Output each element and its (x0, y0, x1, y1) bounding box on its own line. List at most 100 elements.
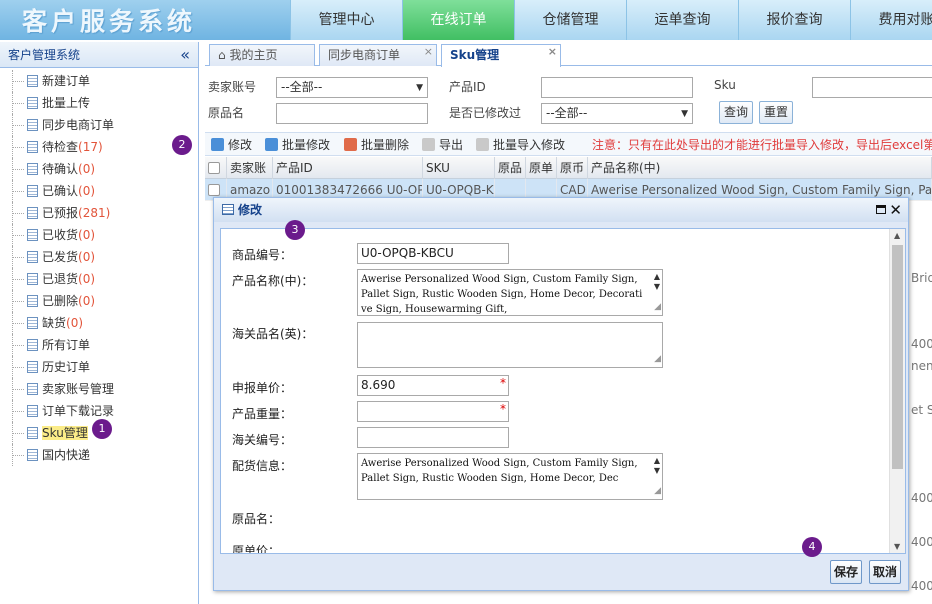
sidebar-item-confirmed[interactable]: 已确认(0) (0, 180, 198, 202)
grid-cell-fragment: Bride (911, 271, 932, 285)
document-icon (27, 163, 38, 175)
document-icon (27, 383, 38, 395)
resize-grip-icon[interactable]: ◢ (654, 484, 661, 499)
col-seller[interactable]: 卖家账 (227, 157, 273, 179)
name-cn-label: 产品名称(中)： (232, 274, 314, 288)
document-icon (27, 185, 38, 197)
allocation-textarea[interactable]: Awerise Personalized Wood Sign, Custom F… (357, 453, 663, 500)
document-icon (27, 119, 38, 131)
step-badge-1: 1 (92, 419, 112, 439)
select-all-checkbox[interactable] (205, 157, 227, 179)
sku-input[interactable] (812, 77, 932, 98)
document-icon (27, 141, 38, 153)
sidebar-item-out-of-stock[interactable]: 缺货(0) (0, 312, 198, 334)
resize-grip-icon[interactable]: ◢ (654, 300, 661, 315)
customs-name-en-textarea[interactable]: ◢ (357, 322, 663, 368)
app-title: 客户服务系统 (22, 7, 197, 36)
sidebar-item-domestic-express[interactable]: 国内快递 (0, 444, 198, 466)
reset-button[interactable]: 重置 (759, 101, 794, 124)
dialog-title-bar[interactable]: 修改 ✕ (214, 198, 908, 222)
nav-management-center[interactable]: 管理中心 (290, 0, 402, 40)
declared-price-input[interactable]: 8.690 * (357, 375, 509, 396)
nav-billing[interactable]: 费用对账 (850, 0, 932, 40)
declared-price-label: 申报单价： (232, 381, 293, 395)
export-icon (422, 138, 435, 151)
tab-home[interactable]: ⌂ 我的主页 (209, 44, 315, 66)
modified-select[interactable]: --全部-- (541, 103, 693, 124)
tab-sku-management[interactable]: Sku管理 × (441, 44, 561, 67)
sidebar-item-pending-check[interactable]: 待检查(17) (0, 136, 198, 158)
save-button[interactable]: 保存 (830, 560, 863, 584)
batch-edit-button[interactable]: 批量修改 (265, 136, 330, 154)
document-icon (27, 339, 38, 351)
required-mark: * (500, 376, 506, 390)
scroll-up-icon[interactable]: ▲ (894, 231, 900, 240)
app-header: 客户服务系统 管理中心 在线订单 仓储管理 运单查询 报价查询 费用对账 (0, 0, 932, 40)
col-orig-price[interactable]: 原单 (526, 157, 557, 179)
query-button[interactable]: 查询 (719, 101, 754, 124)
tab-sync-orders[interactable]: 同步电商订单 × (319, 44, 437, 66)
close-icon[interactable]: ✕ (889, 198, 902, 222)
maximize-icon[interactable] (876, 205, 886, 214)
sidebar-item-sync-orders[interactable]: 同步电商订单 (0, 114, 198, 136)
nav-waybill-query[interactable]: 运单查询 (626, 0, 738, 40)
grid-cell-fragment: 400 (911, 579, 932, 593)
close-icon[interactable]: × (548, 42, 557, 62)
scroll-down-icon[interactable]: ▼ (894, 542, 900, 551)
sidebar-item-deleted[interactable]: 已删除(0) (0, 290, 198, 312)
batch-delete-button[interactable]: 批量删除 (344, 136, 409, 154)
dialog-body: 商品编号： U0-OPQB-KBCU 产品名称(中)： Awerise Pers… (220, 228, 906, 554)
product-code-input[interactable]: U0-OPQB-KBCU (357, 243, 509, 264)
sidebar-item-received[interactable]: 已收货(0) (0, 224, 198, 246)
dialog-title: 修改 (238, 203, 263, 217)
sidebar-item-new-order[interactable]: 新建订单 (0, 70, 198, 92)
scrollbar-thumb[interactable] (892, 245, 903, 469)
sidebar-header: 客户管理系统 « (0, 42, 198, 68)
sidebar-item-all-orders[interactable]: 所有订单 (0, 334, 198, 356)
top-nav: 管理中心 在线订单 仓储管理 运单查询 报价查询 费用对账 (290, 0, 932, 40)
sidebar-item-batch-upload[interactable]: 批量上传 (0, 92, 198, 114)
nav-quote-query[interactable]: 报价查询 (738, 0, 850, 40)
edit-button[interactable]: 修改 (211, 136, 252, 154)
weight-input[interactable]: * (357, 401, 509, 422)
sidebar-item-seller-accounts[interactable]: 卖家账号管理 (0, 378, 198, 400)
col-sku[interactable]: SKU (423, 157, 495, 179)
sidebar-item-returned[interactable]: 已退货(0) (0, 268, 198, 290)
batch-import-edit-button[interactable]: 批量导入修改 (476, 136, 565, 154)
sidebar-item-shipped[interactable]: 已发货(0) (0, 246, 198, 268)
sku-label: Sku (714, 78, 736, 92)
col-name-cn[interactable]: 产品名称(中) (588, 157, 932, 179)
document-icon (27, 317, 38, 329)
hs-code-input[interactable] (357, 427, 509, 448)
document-icon (27, 295, 38, 307)
nav-warehouse[interactable]: 仓储管理 (514, 0, 626, 40)
cancel-button[interactable]: 取消 (869, 560, 902, 584)
required-mark: * (500, 402, 506, 416)
export-button[interactable]: 导出 (422, 136, 463, 154)
grid-toolbar: 修改 批量修改 批量删除 导出 批量导入修改 注意：只有在此处导出的才能进行批量… (205, 132, 932, 156)
sidebar-item-pending-confirm[interactable]: 待确认(0) (0, 158, 198, 180)
col-product-id[interactable]: 产品ID (273, 157, 423, 179)
name-cn-textarea[interactable]: Awerise Personalized Wood Sign, Custom F… (357, 269, 663, 316)
product-id-input[interactable] (541, 77, 693, 98)
grid-cell-fragment: 400 (911, 337, 932, 351)
allocation-label: 配货信息： (232, 459, 293, 473)
textarea-scroll-arrows-icon[interactable]: ▲ ▼ (654, 456, 660, 476)
nav-online-orders[interactable]: 在线订单 (402, 0, 514, 40)
textarea-scroll-arrows-icon[interactable]: ▲ ▼ (654, 272, 660, 292)
document-icon (27, 273, 38, 285)
seller-account-select[interactable]: --全部-- (276, 77, 428, 98)
sidebar-item-forecast[interactable]: 已预报(281) (0, 202, 198, 224)
original-name-input[interactable] (276, 103, 428, 124)
main-tab-strip: ⌂ 我的主页 同步电商订单 × Sku管理 × (205, 42, 932, 67)
close-icon[interactable]: × (424, 42, 433, 62)
col-orig-currency[interactable]: 原币 (557, 157, 588, 179)
double-chevron-left-icon[interactable]: « (180, 42, 190, 68)
dialog-scrollbar[interactable]: ▲ ▼ (889, 229, 905, 553)
grid-cell-fragment: 400 (911, 535, 932, 549)
col-orig-name[interactable]: 原品 (495, 157, 526, 179)
import-icon (476, 138, 489, 151)
resize-grip-icon[interactable]: ◢ (654, 352, 661, 367)
batch-edit-icon (265, 138, 278, 151)
sidebar-item-history-orders[interactable]: 历史订单 (0, 356, 198, 378)
